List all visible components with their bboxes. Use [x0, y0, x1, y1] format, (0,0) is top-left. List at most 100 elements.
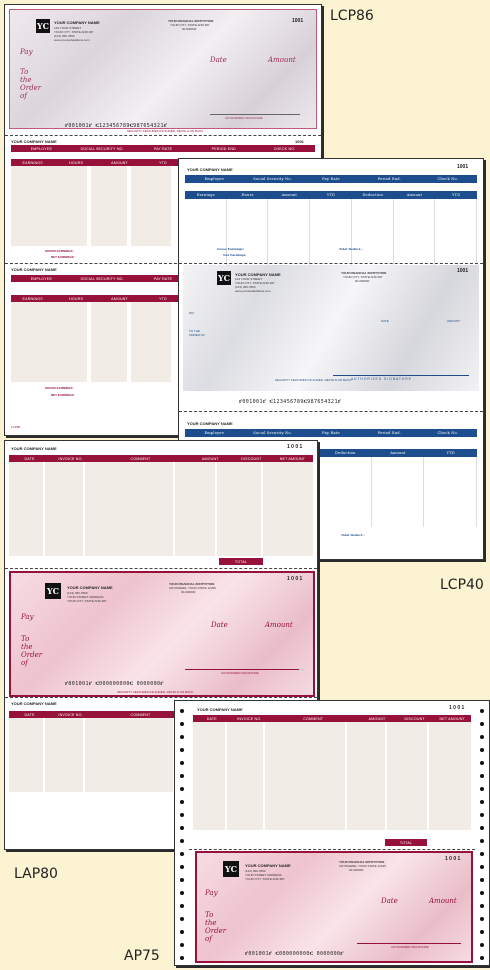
amount-label: Amount [429, 897, 457, 905]
tractor-hole [480, 917, 484, 921]
signature-label: AUTHORIZED SIGNATURE [225, 116, 263, 120]
company-logo: YC [45, 583, 61, 599]
to-order-label: TO THE ORDER OF [189, 329, 205, 337]
bank-code: 00-000000 [355, 279, 370, 283]
gross-earnings-label: GROSS EARNINGS: [45, 386, 74, 390]
stub-company-name: YOUR COMPANY NAME [197, 707, 243, 712]
tractor-hole [180, 722, 184, 726]
perforation [5, 135, 321, 136]
lcp86-label: LCP86 [330, 8, 374, 24]
signature-line [210, 114, 300, 115]
tractor-hole [480, 891, 484, 895]
tractor-hole [180, 709, 184, 713]
lcp40-check: YC YOUR COMPANY NAME 123 YOUR STREET YOU… [183, 265, 479, 391]
security-note: SECURITY FEATURES INCLUDED. DETAILS ON B… [127, 129, 205, 133]
security-note: SECURITY FEATURES INCLUDED. DETAILS ON B… [275, 378, 353, 382]
tractor-hole [180, 748, 184, 752]
tractor-hole [480, 735, 484, 739]
lap80-label: LAP80 [14, 866, 58, 882]
form-code: LCP86 [11, 425, 21, 429]
tractor-hole [180, 917, 184, 921]
tractor-hole [480, 826, 484, 830]
company-city: YOUR CITY, STATE AND ZIP [67, 599, 107, 603]
gross-earnings-label: GROSS EARNINGS: [45, 249, 74, 253]
tractor-hole [480, 852, 484, 856]
gross-earnings-label: Gross Earnings: [217, 247, 244, 251]
date-label: Date [381, 897, 398, 905]
tractor-hole [480, 709, 484, 713]
to-order-label: To the Order of [20, 68, 42, 100]
company-logo: YC [36, 19, 50, 33]
check-number: 1001 [457, 268, 469, 274]
perforation [179, 263, 483, 264]
stub-check-number: 1 0 0 1 [449, 705, 465, 711]
total-deduct-label: Total Deduct.: [339, 247, 363, 251]
tractor-hole [480, 748, 484, 752]
ap-header-bar: DATEINVOICE NO.COMMENTAMOUNTDISCOUNTNET … [193, 715, 471, 722]
tractor-hole [180, 878, 184, 882]
stub-check-number: 1001 [457, 164, 469, 170]
ap75-form: YOUR COMPANY NAME 1 0 0 1 DATE INVOICE NO… [174, 700, 490, 966]
total-deduct-label: Total Deduct.: [341, 533, 365, 537]
stub-company-name: YOUR COMPANY NAME [11, 701, 57, 706]
company-name: YOUR COMPANY NAME [245, 863, 291, 868]
payroll-header-bar: Employee Social Security No. Pay Rate Perio… [185, 429, 477, 437]
perforation [179, 411, 483, 412]
company-web: www.yourwebaddress.com [54, 38, 90, 42]
check-number: 1001 [292, 18, 304, 24]
lap80-check: YC YOUR COMPANY NAME (123) 456-7890 YOUR… [9, 571, 315, 697]
tractor-hole [480, 930, 484, 934]
signature-line [357, 943, 461, 944]
stub-check-number: 1 0 0 1 [287, 444, 303, 450]
tractor-hole [480, 722, 484, 726]
earnings-header-bar: Earnings Hours Amount YTD Deduction Amount YTD [185, 191, 477, 199]
date-label: Date [211, 621, 228, 629]
pay-label: Pay [205, 889, 218, 897]
signature-line [333, 375, 469, 376]
date-label: DATE [381, 319, 389, 323]
tractor-hole [480, 774, 484, 778]
tractor-hole [180, 839, 184, 843]
tractor-hole [180, 787, 184, 791]
security-note: SECURITY FEATURES INCLUDED. DETAILS ON B… [287, 960, 365, 964]
stub-company-name: YOUR COMPANY NAME [11, 446, 57, 451]
bank-code: 00-000000 [181, 590, 196, 594]
tractor-hole [480, 956, 484, 960]
total-box: TOTAL [219, 558, 263, 565]
tractor-hole [480, 787, 484, 791]
amount-label: Amount [268, 56, 296, 64]
pay-label: PAY [189, 311, 195, 315]
tractor-hole [180, 774, 184, 778]
tractor-hole [180, 904, 184, 908]
stub-company-name: YOUR COMPANY NAME [11, 139, 57, 144]
tractor-hole [180, 865, 184, 869]
bank-code: 00-000000 [349, 868, 364, 872]
total-box: TOTAL [385, 839, 427, 846]
company-logo: YC [217, 271, 231, 285]
company-city: YOUR CITY, STATE AND ZIP [245, 877, 285, 881]
tractor-hole [480, 839, 484, 843]
stub-company-name: YOUR COMPANY NAME [11, 267, 57, 272]
amount-label: Amount [265, 621, 293, 629]
tractor-hole [180, 852, 184, 856]
pay-label: Pay [20, 48, 33, 56]
net-earnings-label: Net Earnings: [223, 253, 247, 257]
ap75-label: AP75 [124, 948, 160, 964]
perforation [5, 697, 317, 698]
tractor-hole [180, 800, 184, 804]
tractor-hole [180, 813, 184, 817]
bank-code: 00-000000 [182, 27, 197, 31]
security-note: SECURITY FEATURES INCLUDED. DETAILS ON B… [117, 690, 195, 694]
micr-line: ⑈001001⑈ ⑆000000000⑆ 0000000⑈ [245, 951, 344, 957]
signature-label: AUTHORIZED SIGNATURE [391, 945, 429, 949]
tractor-hole [180, 826, 184, 830]
tractor-hole [180, 735, 184, 739]
company-name: YOUR COMPANY NAME [54, 20, 100, 25]
amount-label: AMOUNT [447, 319, 460, 323]
tractor-hole [480, 761, 484, 765]
net-earnings-label: NET EARNINGS: [51, 255, 75, 259]
company-web: www.yourwebaddress.com [235, 289, 271, 293]
tractor-hole [480, 904, 484, 908]
date-label: Date [210, 56, 227, 64]
ap-header-bar: DATEINVOICE NO.COMMENTAMOUNTDISCOUNTNET … [9, 455, 313, 462]
